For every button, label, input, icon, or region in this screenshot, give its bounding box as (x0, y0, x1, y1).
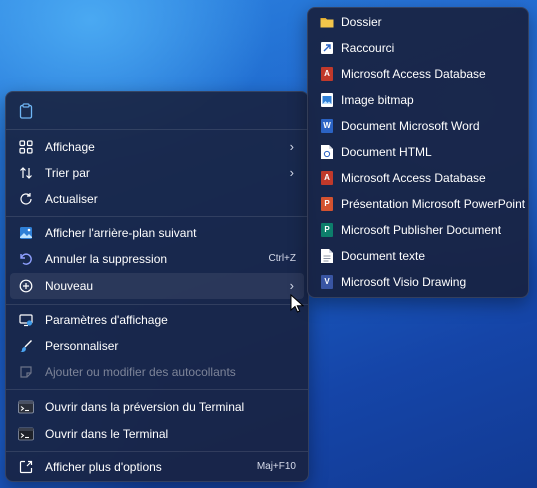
chevron-right-icon: › (289, 278, 294, 293)
separator (6, 129, 308, 130)
word-icon: W (320, 118, 334, 134)
menu-item-label: Ouvrir dans la préversion du Terminal (45, 400, 245, 414)
visio-icon: V (320, 274, 334, 290)
menu-item-plus-options[interactable]: Afficher plus d'options Maj+F10 (10, 454, 304, 480)
display-settings-icon (18, 312, 34, 328)
menu-item-label: Afficher l'arrière-plan suivant (45, 226, 197, 240)
menu-item-label: Actualiser (45, 192, 98, 206)
publisher-icon: P (320, 222, 334, 238)
menu-item-label: Trier par (45, 166, 90, 180)
menu-item-parametres-affichage[interactable]: Paramètres d'affichage (10, 307, 304, 333)
submenu-item-label: Microsoft Publisher Document (341, 223, 502, 237)
powerpoint-icon: P (320, 196, 334, 212)
terminal-preview-icon (18, 399, 34, 415)
menu-item-personnaliser[interactable]: Personnaliser (10, 333, 304, 359)
separator (6, 304, 308, 305)
brush-icon (18, 338, 34, 354)
separator (6, 216, 308, 217)
bitmap-icon (320, 92, 334, 108)
submenu-item-texte[interactable]: Document texte (312, 243, 524, 269)
submenu-item-label: Document texte (341, 249, 426, 263)
clipboard-icon (18, 103, 34, 119)
menu-item-label: Affichage (45, 140, 95, 154)
shortcut-label: Ctrl+Z (268, 253, 297, 264)
html-icon (320, 144, 334, 160)
sticker-icon (18, 364, 34, 380)
menu-item-label: Nouveau (45, 279, 94, 293)
sort-icon (18, 165, 34, 181)
submenu-item-access[interactable]: A Microsoft Access Database (312, 61, 524, 87)
add-circle-icon (18, 278, 34, 294)
desktop-context-menu: Affichage › Trier par › Actualiser Affic… (5, 91, 309, 482)
submenu-item-bitmap[interactable]: Image bitmap (312, 87, 524, 113)
folder-icon (320, 14, 334, 30)
submenu-item-label: Présentation Microsoft PowerPoint (341, 197, 526, 211)
mouse-cursor-icon (290, 294, 304, 313)
menu-item-terminal-preview[interactable]: Ouvrir dans la préversion du Terminal (10, 394, 304, 420)
submenu-item-label: Microsoft Access Database (341, 171, 486, 185)
submenu-item-word[interactable]: W Document Microsoft Word (312, 113, 524, 139)
menu-item-label: Personnaliser (45, 339, 119, 353)
undo-icon (18, 251, 34, 267)
submenu-item-raccourci[interactable]: Raccourci (312, 35, 524, 61)
text-file-icon (320, 248, 334, 264)
menu-item-autocollants[interactable]: Ajouter ou modifier des autocollants (10, 359, 304, 385)
submenu-item-label: Microsoft Visio Drawing (341, 275, 467, 289)
wallpaper-icon (18, 225, 34, 241)
access-icon: A (320, 66, 334, 82)
submenu-item-html[interactable]: Document HTML (312, 139, 524, 165)
submenu-item-publisher[interactable]: P Microsoft Publisher Document (312, 217, 524, 243)
submenu-item-label: Image bitmap (341, 93, 414, 107)
shortcut-icon (320, 40, 334, 56)
grid-icon (18, 139, 34, 155)
separator (6, 389, 308, 390)
menu-item-label: Ajouter ou modifier des autocollants (45, 365, 236, 379)
separator (6, 451, 308, 452)
submenu-item-dossier[interactable]: Dossier (312, 9, 524, 35)
access-icon: A (320, 170, 334, 186)
terminal-icon (18, 426, 34, 442)
chevron-right-icon: › (289, 165, 294, 180)
menu-item-label: Ouvrir dans le Terminal (45, 427, 169, 441)
menu-item-label: Paramètres d'affichage (45, 313, 168, 327)
menu-item-terminal[interactable]: Ouvrir dans le Terminal (10, 421, 304, 447)
submenu-item-label: Dossier (341, 15, 382, 29)
new-submenu: Dossier Raccourci A Microsoft Access Dat… (307, 7, 529, 298)
menu-item-actualiser[interactable]: Actualiser (10, 186, 304, 212)
menu-item-arriere-plan[interactable]: Afficher l'arrière-plan suivant (10, 220, 304, 246)
menu-item-label: Afficher plus d'options (45, 460, 162, 474)
submenu-item-label: Microsoft Access Database (341, 67, 486, 81)
refresh-icon (18, 191, 34, 207)
paste-button[interactable] (10, 98, 304, 124)
submenu-item-powerpoint[interactable]: P Présentation Microsoft PowerPoint (312, 191, 526, 217)
menu-item-nouveau[interactable]: Nouveau › (10, 273, 304, 299)
menu-item-label: Annuler la suppression (45, 252, 168, 266)
submenu-item-visio[interactable]: V Microsoft Visio Drawing (312, 269, 524, 295)
submenu-item-label: Raccourci (341, 41, 395, 55)
chevron-right-icon: › (289, 139, 294, 154)
menu-item-trier-par[interactable]: Trier par › (10, 160, 304, 186)
shortcut-label: Maj+F10 (256, 461, 296, 472)
submenu-item-access-2[interactable]: A Microsoft Access Database (312, 165, 524, 191)
submenu-item-label: Document Microsoft Word (341, 119, 480, 133)
menu-item-affichage[interactable]: Affichage › (10, 134, 304, 160)
menu-item-annuler-suppression[interactable]: Annuler la suppression Ctrl+Z (10, 246, 304, 272)
more-options-icon (18, 459, 34, 475)
submenu-item-label: Document HTML (341, 145, 432, 159)
